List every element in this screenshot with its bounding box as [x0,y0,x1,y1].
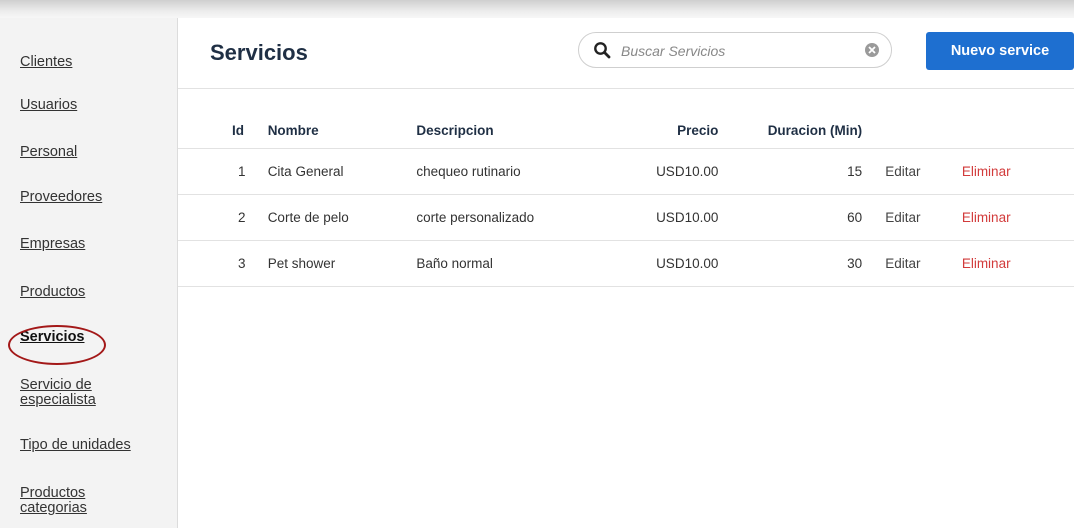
table-row: 1 Cita General chequeo rutinario USD10.0… [178,148,1074,195]
sidebar-item-servicio-especialista[interactable]: Servicio de especialista [20,378,130,408]
cell-id: 2 [178,194,268,241]
cell-id: 1 [178,148,268,195]
new-service-button[interactable]: Nuevo service [926,32,1074,70]
sidebar-item-personal[interactable]: Personal [20,145,77,160]
column-header-descripcion: Descripcion [416,112,594,149]
column-header-delete [946,112,1074,149]
sidebar-item-productos-categorias[interactable]: Productos categorias [20,486,120,516]
cell-descripcion: Baño normal [416,240,594,287]
search-input[interactable] [619,39,853,63]
sidebar-item-clientes[interactable]: Clientes [20,55,72,70]
cell-nombre: Pet shower [267,240,417,287]
cell-precio: USD10.00 [593,194,719,241]
table-header-row: Id Nombre Descripcion Precio Duracion (M… [178,112,1074,149]
sidebar-item-proveedores[interactable]: Proveedores [20,190,102,205]
cell-duracion: 15 [718,148,863,195]
cell-id: 3 [178,240,268,287]
annotation-circle [8,325,106,365]
sidebar-item-productos[interactable]: Productos [20,285,85,300]
sidebar-item-usuarios[interactable]: Usuarios [20,98,77,113]
delete-link[interactable]: Eliminar [962,256,1011,271]
cell-nombre: Cita General [267,148,417,195]
header-divider [178,88,1074,89]
window-top-shadow [0,0,1074,18]
table-row: 2 Corte de pelo corte personalizado USD1… [178,194,1074,241]
services-table: Id Nombre Descripcion Precio Duracion (M… [178,112,1074,287]
cell-duracion: 60 [718,194,863,241]
column-header-edit [862,112,947,149]
cell-descripcion: corte personalizado [416,194,594,241]
app-window: Clientes Usuarios Personal Proveedores E… [0,18,1074,528]
search-icon [594,42,611,59]
delete-link[interactable]: Eliminar [962,210,1011,225]
page-title: Servicios [210,40,308,65]
edit-link[interactable]: Editar [885,256,920,271]
cell-descripcion: chequeo rutinario [416,148,594,195]
table-row: 3 Pet shower Baño normal USD10.00 30 Edi… [178,240,1074,287]
column-header-duracion: Duracion (Min) [718,112,863,149]
search-box[interactable] [578,32,892,68]
clear-icon[interactable] [864,42,880,58]
sidebar: Clientes Usuarios Personal Proveedores E… [0,18,178,528]
cell-duracion: 30 [718,240,863,287]
cell-nombre: Corte de pelo [267,194,417,241]
column-header-precio: Precio [593,112,719,149]
main-content: Servicios Nuevo service Id Nombre Descri… [178,18,1074,528]
edit-link[interactable]: Editar [885,210,920,225]
sidebar-item-tipo-unidades[interactable]: Tipo de unidades [20,438,131,453]
column-header-nombre: Nombre [267,112,417,149]
cell-precio: USD10.00 [593,240,719,287]
sidebar-item-empresas[interactable]: Empresas [20,237,85,252]
delete-link[interactable]: Eliminar [962,164,1011,179]
column-header-id: Id [178,112,268,149]
edit-link[interactable]: Editar [885,164,920,179]
cell-precio: USD10.00 [593,148,719,195]
